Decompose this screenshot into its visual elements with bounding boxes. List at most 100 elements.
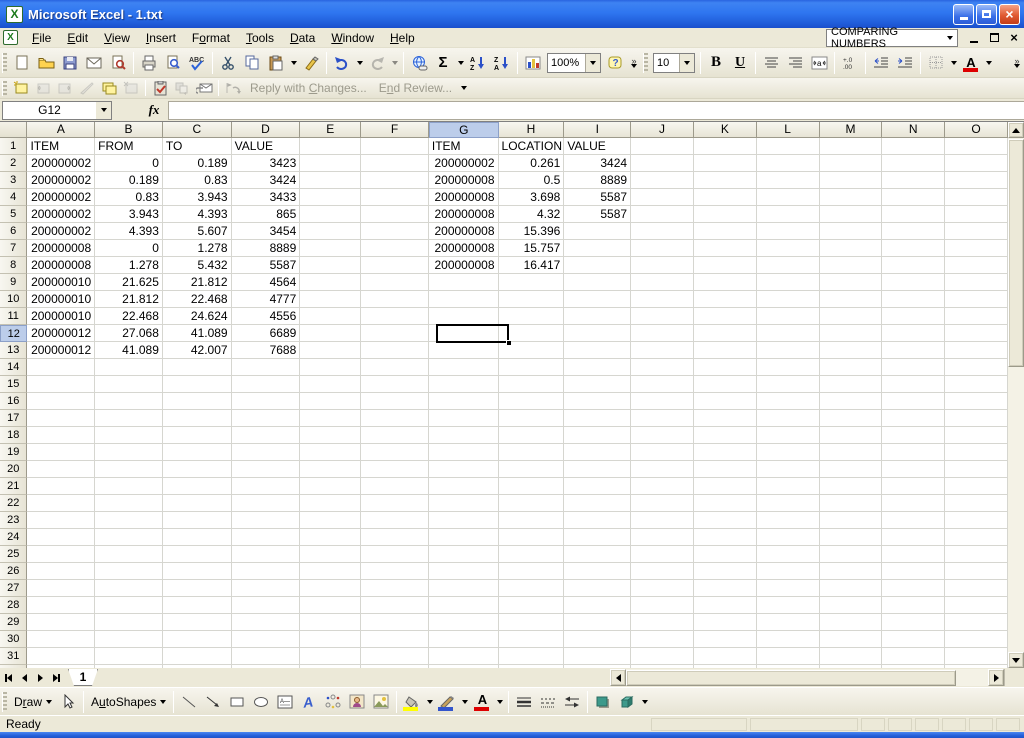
decrease-indent-button[interactable] [869, 51, 893, 75]
cell-J10[interactable] [631, 291, 694, 308]
cell-I6[interactable] [564, 223, 631, 240]
diagram-button[interactable] [321, 690, 345, 714]
cell-O11[interactable] [945, 308, 1008, 325]
create-outlook-task-button[interactable] [171, 79, 193, 98]
email-button[interactable] [82, 51, 106, 75]
cell-C23[interactable] [163, 512, 232, 529]
cell-D27[interactable] [232, 580, 301, 597]
cell-D26[interactable] [232, 563, 301, 580]
cell-G20[interactable] [429, 461, 499, 478]
cell-I18[interactable] [564, 427, 631, 444]
cell-O14[interactable] [945, 359, 1008, 376]
font-color-dropdown[interactable] [983, 52, 994, 74]
cell-G2[interactable]: 200000002 [429, 155, 499, 172]
cell-B2[interactable]: 0 [95, 155, 163, 172]
cell-E15[interactable] [300, 376, 361, 393]
cell-D11[interactable]: 4556 [232, 308, 301, 325]
cell-O24[interactable] [945, 529, 1008, 546]
cell-F12[interactable] [361, 325, 429, 342]
cell-K25[interactable] [694, 546, 757, 563]
line-style-button[interactable] [512, 690, 536, 714]
column-header-N[interactable]: N [882, 122, 945, 138]
cell-B9[interactable]: 21.625 [95, 274, 163, 291]
sort-descending-button[interactable]: ZA [490, 51, 514, 75]
cell-A31[interactable] [27, 648, 95, 665]
row-header-29[interactable]: 29 [0, 614, 27, 631]
cell-H9[interactable] [499, 274, 565, 291]
paste-button[interactable] [264, 51, 288, 75]
cell-N24[interactable] [882, 529, 945, 546]
cell-C7[interactable]: 1.278 [163, 240, 232, 257]
cell-C18[interactable] [163, 427, 232, 444]
cell-G27[interactable] [429, 580, 499, 597]
cell-O13[interactable] [945, 342, 1008, 359]
cell-M2[interactable] [820, 155, 883, 172]
cell-M17[interactable] [820, 410, 883, 427]
cell-E2[interactable] [300, 155, 361, 172]
help-button[interactable]: ? [603, 51, 627, 75]
next-comment-button[interactable] [54, 79, 76, 98]
cell-K7[interactable] [694, 240, 757, 257]
cell-J18[interactable] [631, 427, 694, 444]
cell-J3[interactable] [631, 172, 694, 189]
cell-L19[interactable] [757, 444, 820, 461]
cell-H7[interactable]: 15.757 [499, 240, 565, 257]
show-comment-button[interactable] [76, 79, 98, 98]
row-header-30[interactable]: 30 [0, 631, 27, 648]
fill-color-dropdown[interactable] [424, 691, 435, 713]
cell-A27[interactable] [27, 580, 95, 597]
row-header-20[interactable]: 20 [0, 461, 27, 478]
cell-J28[interactable] [631, 597, 694, 614]
workbook-minimize-button[interactable] [966, 31, 982, 45]
cell-H14[interactable] [499, 359, 565, 376]
cell-G28[interactable] [429, 597, 499, 614]
cell-O12[interactable] [945, 325, 1008, 342]
cell-K21[interactable] [694, 478, 757, 495]
cell-H8[interactable]: 16.417 [499, 257, 565, 274]
oval-button[interactable] [249, 690, 273, 714]
cell-A28[interactable] [27, 597, 95, 614]
column-header-B[interactable]: B [95, 122, 163, 138]
workbook-close-button[interactable]: × [1006, 31, 1022, 45]
cell-G29[interactable] [429, 614, 499, 631]
cell-C30[interactable] [163, 631, 232, 648]
cell-C20[interactable] [163, 461, 232, 478]
row-header-13[interactable]: 13 [0, 342, 27, 359]
cell-L6[interactable] [757, 223, 820, 240]
cell-K11[interactable] [694, 308, 757, 325]
cell-F20[interactable] [361, 461, 429, 478]
name-box[interactable]: G12 [2, 101, 112, 120]
cell-B8[interactable]: 1.278 [95, 257, 163, 274]
cell-C29[interactable] [163, 614, 232, 631]
insert-function-button[interactable]: fx [140, 102, 168, 118]
align-right-button[interactable] [783, 51, 807, 75]
cell-O8[interactable] [945, 257, 1008, 274]
cell-F30[interactable] [361, 631, 429, 648]
autosum-dropdown[interactable] [455, 52, 466, 74]
cell-F15[interactable] [361, 376, 429, 393]
cell-H29[interactable] [499, 614, 565, 631]
row-header-3[interactable]: 3 [0, 172, 27, 189]
cell-N11[interactable] [882, 308, 945, 325]
cell-K31[interactable] [694, 648, 757, 665]
borders-dropdown[interactable] [948, 52, 959, 74]
cell-B20[interactable] [95, 461, 163, 478]
cell-D10[interactable]: 4777 [232, 291, 301, 308]
cell-H28[interactable] [499, 597, 565, 614]
cell-E31[interactable] [300, 648, 361, 665]
cell-A20[interactable] [27, 461, 95, 478]
column-header-I[interactable]: I [564, 122, 631, 138]
show-all-comments-button[interactable] [98, 79, 120, 98]
cell-A6[interactable]: 200000002 [27, 223, 95, 240]
cell-E28[interactable] [300, 597, 361, 614]
cell-E18[interactable] [300, 427, 361, 444]
row-header-16[interactable]: 16 [0, 393, 27, 410]
menu-tools[interactable]: Tools [238, 29, 282, 47]
draw-menu-button[interactable]: Draw [10, 693, 56, 711]
workbook-restore-button[interactable] [986, 31, 1002, 45]
cell-K3[interactable] [694, 172, 757, 189]
cell-N14[interactable] [882, 359, 945, 376]
cell-G22[interactable] [429, 495, 499, 512]
dash-style-button[interactable] [536, 690, 560, 714]
cell-A5[interactable]: 200000002 [27, 206, 95, 223]
